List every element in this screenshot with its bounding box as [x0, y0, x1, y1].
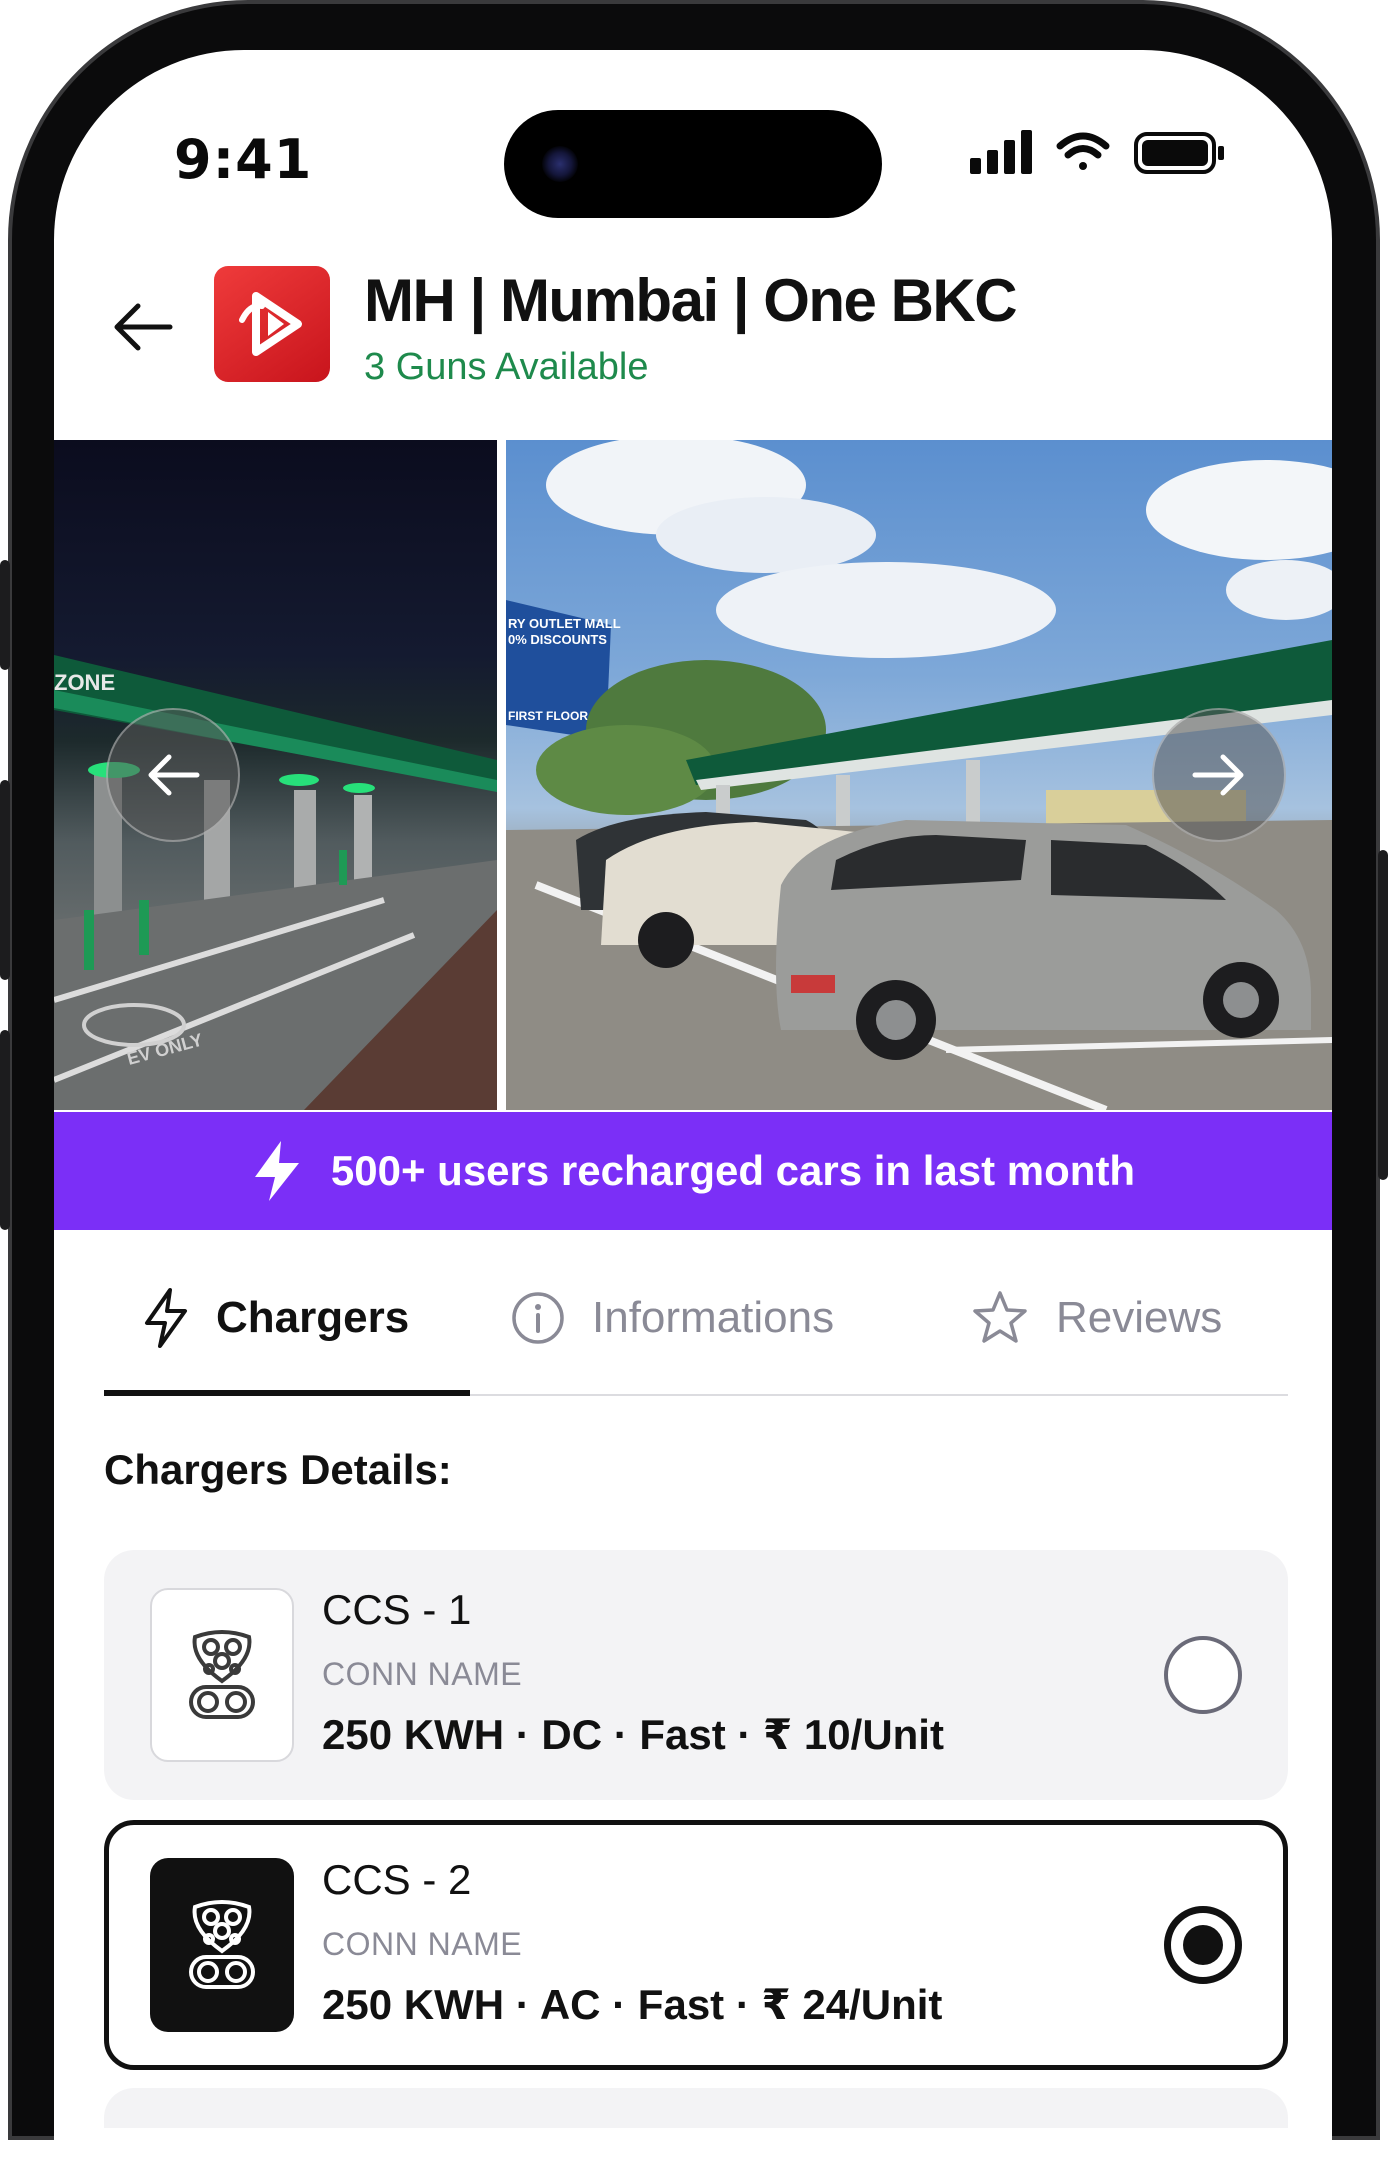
tab-label: Informations: [592, 1293, 835, 1342]
wifi-icon: [1056, 132, 1110, 170]
connector-name: CONN NAME: [322, 1656, 523, 1692]
charger-radio[interactable]: [1164, 1636, 1242, 1714]
connector-icon-box: [150, 1858, 294, 2032]
status-time: 9:41: [174, 128, 313, 191]
tab-bar: Chargers Informations Reviews: [104, 1270, 1288, 1400]
phone-side-button: [0, 780, 10, 980]
availability-status: 3 Guns Available: [364, 346, 649, 388]
svg-text:FIRST FLOOR: FIRST FLOOR: [508, 709, 588, 723]
tab-chargers[interactable]: Chargers: [142, 1270, 409, 1366]
connector-icon-box: [150, 1588, 294, 1762]
ccs-connector-icon: [189, 1900, 255, 1989]
section-heading: Chargers Details:: [104, 1446, 452, 1493]
phone-side-button: [0, 560, 10, 670]
svg-text:ZONE: ZONE: [54, 670, 115, 695]
charger-name: CCS - 1: [322, 1586, 472, 1633]
status-icons: [970, 128, 1230, 178]
photo-gallery[interactable]: ZONE EV ONLY RY OUTLET MALL 0% DISCOUNTS…: [54, 440, 1332, 1110]
arrow-left-icon: [148, 754, 200, 796]
charger-name: CCS - 2: [322, 1856, 472, 1903]
page-title: MH | Mumbai | One BKC: [364, 267, 1018, 334]
charger-card-partial[interactable]: [104, 2088, 1288, 2128]
charger-card[interactable]: CCS - 1 CONN NAME 250 KWH · DC · Fast · …: [104, 1550, 1288, 1800]
battery-icon: [1134, 132, 1224, 174]
back-button[interactable]: [108, 292, 178, 362]
lightning-icon: [145, 1288, 187, 1348]
charger-radio-selected[interactable]: [1164, 1906, 1242, 1984]
charger-card[interactable]: CCS - 2 CONN NAME 250 KWH · AC · Fast · …: [104, 1820, 1288, 2070]
info-icon: [512, 1292, 564, 1344]
brand-logo: [214, 266, 330, 382]
tab-reviews[interactable]: Reviews: [970, 1270, 1222, 1366]
dynamic-island: [504, 110, 882, 218]
arrow-right-icon: [1192, 754, 1244, 796]
tab-informations[interactable]: Informations: [510, 1270, 834, 1366]
brand-logo-icon: [239, 292, 302, 356]
camera-icon: [542, 146, 578, 182]
promo-text: 500+ users recharged cars in last month: [330, 1147, 1136, 1194]
star-icon: [973, 1291, 1027, 1343]
tab-label: Chargers: [216, 1293, 410, 1342]
phone-side-button: [0, 1030, 10, 1230]
active-tab-indicator: [104, 1390, 470, 1396]
svg-text:RY OUTLET MALL: RY OUTLET MALL: [508, 616, 621, 631]
ccs-connector-icon: [189, 1630, 255, 1719]
signal-icon: [970, 130, 1032, 174]
tab-label: Reviews: [1056, 1293, 1223, 1342]
svg-text:0% DISCOUNTS: 0% DISCOUNTS: [508, 632, 607, 647]
arrow-left-icon: [114, 303, 173, 351]
gallery-prev-button[interactable]: [106, 708, 240, 842]
phone-side-button: [1378, 850, 1388, 1180]
gallery-next-button[interactable]: [1152, 708, 1286, 842]
charger-spec: 250 KWH · AC · Fast · ₹ 24/Unit: [322, 1981, 943, 2028]
charger-spec: 250 KWH · DC · Fast · ₹ 10/Unit: [322, 1711, 944, 1758]
promo-banner: 500+ users recharged cars in last month: [54, 1112, 1332, 1230]
connector-name: CONN NAME: [322, 1926, 523, 1962]
lightning-icon: [254, 1141, 299, 1201]
